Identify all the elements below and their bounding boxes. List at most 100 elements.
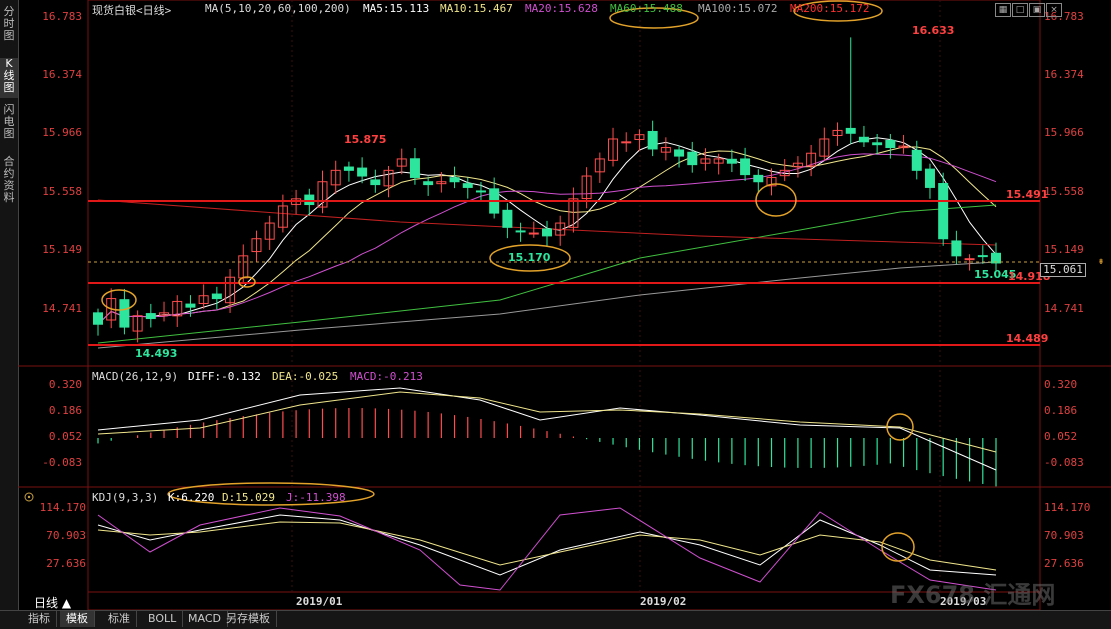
- candle-body: [753, 174, 764, 183]
- candle-body: [119, 299, 130, 328]
- time-axis-label: 2019/02: [640, 595, 686, 608]
- kdj-k-line: [97, 514, 997, 576]
- candle-body: [858, 136, 869, 143]
- mid-low-price-label: 15.170: [508, 251, 551, 264]
- kdj-d-line: [97, 521, 997, 571]
- price-tick-right: 16.374: [1044, 68, 1084, 81]
- kdj-tick-left: 70.903: [46, 529, 86, 542]
- tab-standard[interactable]: 标准: [102, 611, 137, 627]
- candle-body: [409, 158, 420, 178]
- macd-diff: DIFF:-0.132: [188, 370, 261, 383]
- candle-body: [449, 177, 460, 183]
- instrument-title: 现货白银<日线>: [92, 4, 172, 17]
- candle-body: [951, 240, 962, 257]
- macd-tick-left: -0.083: [42, 456, 82, 469]
- tab-save-template[interactable]: 另存模板: [220, 611, 277, 627]
- price-tick-left: 15.558: [42, 185, 82, 198]
- candle-body: [145, 313, 156, 320]
- ma5-value: MA5:15.113: [363, 2, 430, 15]
- macd-tick-left: 0.052: [49, 430, 82, 443]
- close-icon[interactable]: ×: [1046, 3, 1062, 17]
- grid-icon[interactable]: ▦: [995, 3, 1011, 17]
- macd-tick-left: 0.186: [49, 404, 82, 417]
- level-upper-label: 15.491: [1006, 188, 1048, 201]
- chart-canvas: 16.783 16.374 15.966 15.558 15.149 14.74…: [18, 0, 1111, 610]
- tab-boll[interactable]: BOLL: [142, 611, 184, 627]
- tab-indicator[interactable]: 指标: [22, 611, 57, 627]
- candle-body: [938, 183, 949, 240]
- candle-body: [687, 151, 698, 166]
- kdj-tick-right: 114.170: [1044, 501, 1090, 514]
- candle-body: [423, 181, 434, 186]
- period-selector[interactable]: 日线 ▲: [34, 594, 71, 611]
- candle-body: [357, 167, 368, 177]
- candle-body: [621, 141, 632, 144]
- macd-dea: DEA:-0.025: [272, 370, 339, 383]
- candle-body: [964, 258, 975, 261]
- time-axis-label: 2019/01: [296, 595, 343, 608]
- candle-body: [977, 255, 988, 258]
- macd-tick-left: 0.320: [49, 378, 82, 391]
- ma-params: MA(5,10,20,60,100,200): [205, 2, 351, 15]
- price-tick-left: 15.966: [42, 126, 82, 139]
- candle-body: [370, 179, 381, 186]
- window-icon[interactable]: □: [1012, 3, 1028, 17]
- ma100-value: MA100:15.072: [698, 2, 778, 15]
- candle-body: [647, 130, 658, 150]
- low-price-label: 14.493: [135, 347, 177, 360]
- candle-body: [502, 209, 513, 228]
- price-tick-right: 15.558: [1044, 185, 1084, 198]
- candle-body: [185, 303, 196, 308]
- level-lower-label: 14.489: [1006, 332, 1048, 345]
- price-tick-right: 14.741: [1044, 302, 1084, 315]
- current-price-box: 15.061: [1040, 263, 1086, 277]
- ma200-value: MA200:15.172: [790, 2, 870, 15]
- candle-body: [515, 230, 526, 233]
- candle-body: [845, 127, 856, 134]
- price-tick-right: 15.149: [1044, 243, 1084, 256]
- candle-body: [726, 158, 737, 164]
- candle-body: [924, 168, 935, 188]
- kdj-title: KDJ(9,3,3): [92, 491, 159, 504]
- ma20-value: MA20:15.628: [525, 2, 598, 15]
- price-tick-left: 14.741: [42, 302, 82, 315]
- macd-title: MACD(26,12,9): [92, 370, 179, 383]
- kdj-k: K:6.220: [168, 491, 215, 504]
- kdj-tick-left: 27.636: [46, 557, 86, 570]
- candle-body: [462, 183, 473, 188]
- restore-icon[interactable]: ▣: [1029, 3, 1045, 17]
- candle-body: [475, 190, 486, 193]
- macd-diff-line: [97, 387, 997, 471]
- candle-body: [872, 142, 883, 146]
- macd-tick-right: -0.083: [1044, 456, 1084, 469]
- price-tick-left: 15.149: [42, 243, 82, 256]
- price-tick-left: 16.783: [42, 10, 82, 23]
- macd-tick-right: 0.320: [1044, 378, 1077, 391]
- ma100-line: [97, 261, 997, 349]
- candle-body: [911, 149, 922, 171]
- candle-body: [674, 149, 685, 157]
- tab-template[interactable]: 模板: [60, 611, 95, 627]
- ma10-value: MA10:15.467: [440, 2, 513, 15]
- candle-body: [885, 139, 896, 149]
- candle-body: [211, 293, 222, 300]
- peak-price-label: 15.875: [344, 133, 386, 146]
- macd-value: MACD:-0.213: [350, 370, 423, 383]
- candle-body: [740, 158, 751, 176]
- price-tick-left: 16.374: [42, 68, 82, 81]
- macd-tick-right: 0.186: [1044, 404, 1077, 417]
- price-tick-right: 15.966: [1044, 126, 1084, 139]
- candle-body: [93, 312, 103, 325]
- candle-body: [528, 232, 539, 235]
- kdj-j-line: [97, 507, 997, 591]
- watermark-logo: FX678 汇通网: [890, 581, 1056, 609]
- candle-body: [343, 166, 354, 171]
- kdj-tick-right: 70.903: [1044, 529, 1084, 542]
- candle-body: [542, 228, 552, 237]
- kdj-tick-left: 114.170: [40, 501, 86, 514]
- ma60-value: MA60:15.488: [610, 2, 683, 15]
- macd-tick-right: 0.052: [1044, 430, 1077, 443]
- candle-body: [304, 194, 315, 206]
- kdj-tick-right: 27.636: [1044, 557, 1084, 570]
- price-marker-icon: ⇟: [1098, 256, 1105, 267]
